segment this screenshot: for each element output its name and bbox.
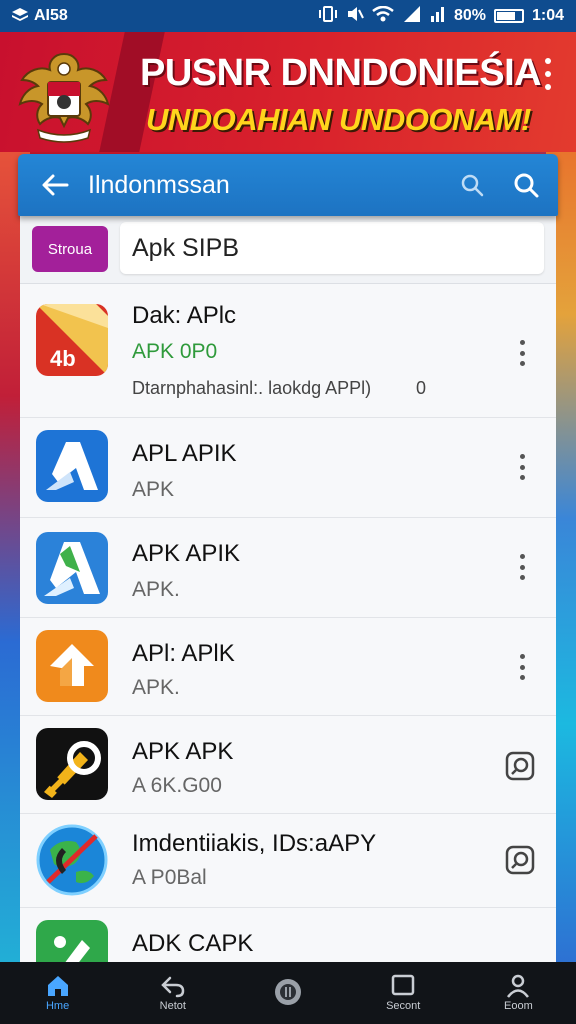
app-bar: Ilndonmssan: [18, 154, 558, 216]
app-list-card: Stroua Apk SIPB 4b Dak: APlc APK 0P0 Dta…: [20, 216, 556, 968]
nav-recent[interactable]: Secont: [346, 962, 461, 1024]
list-item[interactable]: APK APIK APK.: [20, 518, 556, 618]
row-overflow-menu-icon[interactable]: [510, 650, 534, 684]
app-name: APL APIK: [132, 440, 237, 467]
app-version: APK.: [132, 676, 180, 699]
square-icon: [391, 974, 415, 996]
app-name: APl: APlK: [132, 640, 235, 667]
list-item[interactable]: Imdentiiakis, IDs:aAPY A P0Bal: [20, 814, 556, 908]
app-name: Dak: APlc: [132, 302, 237, 329]
app-version: APK: [132, 478, 175, 501]
person-icon: [507, 974, 530, 998]
list-item[interactable]: 4b Dak: APlc APK 0P0 Dtarnphahasinl:. la…: [20, 286, 556, 418]
app-list: 4b Dak: APlc APK 0P0 Dtarnphahasinl:. la…: [20, 286, 556, 968]
row-overflow-menu-icon[interactable]: [510, 336, 534, 370]
list-item[interactable]: APl: APlK APK.: [20, 618, 556, 716]
list-item[interactable]: APK APK A 6K.G00: [20, 716, 556, 814]
app-icon-blue-green-a: [36, 532, 108, 604]
search-query-field[interactable]: Apk SIPB: [120, 222, 544, 274]
overflow-menu-icon[interactable]: [538, 56, 558, 92]
app-icon-green-leaf: [36, 920, 108, 968]
status-bar: AI58 80% 1:04: [0, 0, 576, 32]
nav-recent-label: Secont: [386, 1000, 421, 1012]
list-item[interactable]: ADK CAPK: [20, 908, 556, 968]
battery-percent: 80%: [453, 7, 486, 24]
category-chip[interactable]: Stroua: [32, 226, 108, 272]
app-name: ADK CAPK: [132, 930, 254, 957]
app-name: APK APIK: [132, 540, 241, 567]
nav-back[interactable]: Netot: [115, 962, 230, 1024]
search-icon[interactable]: [506, 165, 546, 205]
nav-account[interactable]: Eoom: [461, 962, 576, 1024]
open-app-icon[interactable]: [504, 750, 536, 782]
signal-icon: [402, 5, 422, 27]
bottom-navigation: Hme Netot Secont Eoom: [0, 962, 576, 1024]
nav-home[interactable]: Hme: [0, 962, 115, 1024]
back-arrow-icon[interactable]: [32, 162, 78, 208]
wifi-icon: [372, 5, 394, 27]
app-icon-red-book: 4b: [36, 304, 108, 376]
nav-back-label: Netot: [159, 1000, 186, 1012]
app-version: A P0Bal: [132, 866, 207, 889]
battery-icon: [493, 9, 524, 23]
app-name: APK APK: [132, 738, 234, 765]
app-bar-title: Ilndonmssan: [88, 170, 230, 199]
nav-center[interactable]: [230, 962, 345, 1024]
tag-row: Stroua Apk SIPB: [20, 216, 556, 284]
app-name: Imdentiiakis, IDs:aAPY: [132, 830, 377, 857]
open-app-icon[interactable]: [504, 844, 536, 876]
status-time: 1:04: [531, 7, 564, 24]
app-version: APK.: [132, 578, 180, 601]
app-description: Dtarnphahasinl:. laokdg APPl): [132, 378, 372, 398]
app-version: APK 0P0: [132, 340, 218, 363]
header-banner: PUSNR DNNDONIEŚIA UNDOAHIAN UNDOONAM!: [0, 32, 576, 152]
circle-button-icon: [275, 979, 301, 1005]
notification-icon: [12, 7, 28, 25]
app-icon-globe: [36, 824, 108, 896]
app-icon-orange-arrow: [36, 630, 108, 702]
back-arrow-icon: [161, 976, 185, 998]
status-carrier-text: AI58: [34, 7, 68, 24]
vibrate-icon: [318, 5, 338, 27]
garuda-emblem-logo: [14, 46, 114, 144]
row-overflow-menu-icon[interactable]: [510, 450, 534, 484]
signal-bars-icon: [430, 6, 446, 27]
banner-title: PUSNR DNNDONIEŚIA: [140, 52, 542, 94]
app-description-extra: 0: [416, 378, 427, 398]
app-icon-black-key: [36, 728, 108, 800]
search-icon[interactable]: [452, 165, 492, 205]
list-item[interactable]: APL APIK APK: [20, 418, 556, 518]
app-version: A 6K.G00: [132, 774, 222, 797]
nav-account-label: Eoom: [504, 1000, 533, 1012]
app-icon-blue-a: [36, 430, 108, 502]
home-icon: [47, 976, 68, 996]
nav-home-label: Hme: [45, 1000, 70, 1012]
banner-subtitle: UNDOAHIAN UNDOONAM!: [146, 102, 531, 137]
row-overflow-menu-icon[interactable]: [510, 550, 534, 584]
svg-text:4b: 4b: [50, 346, 76, 371]
mute-icon: [346, 6, 364, 27]
